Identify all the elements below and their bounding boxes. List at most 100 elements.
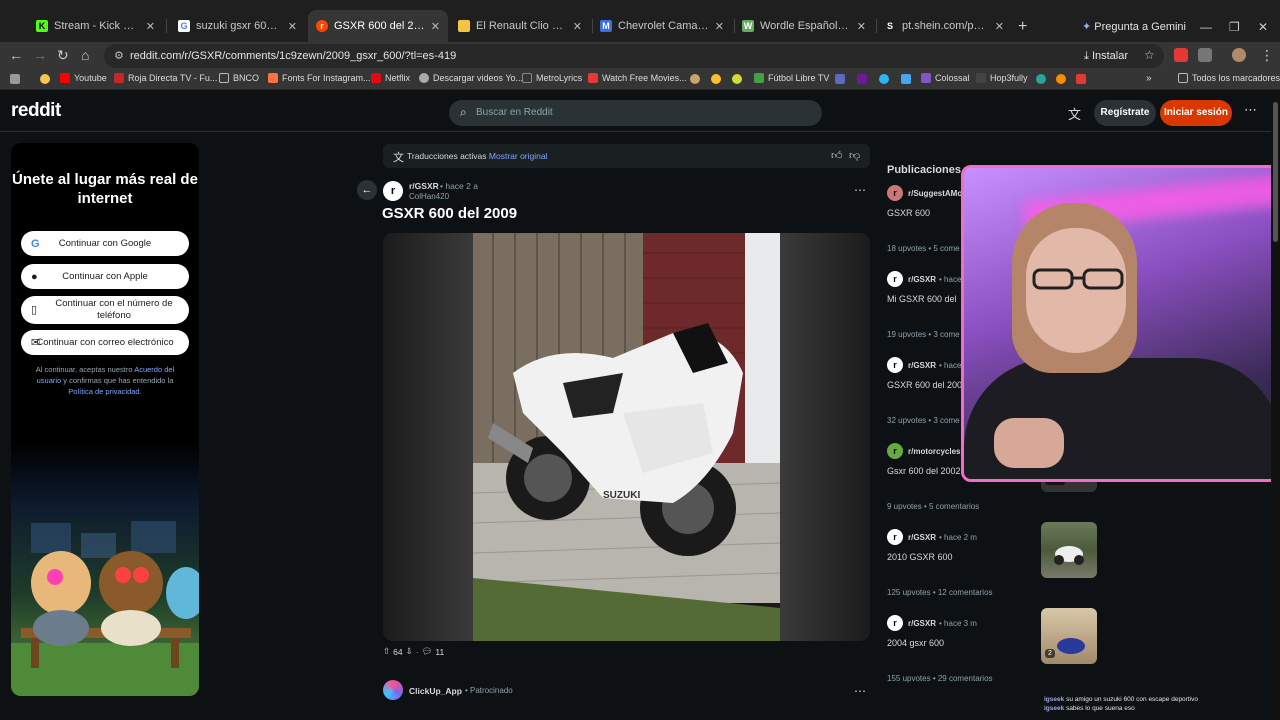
tab-kick[interactable]: K Stream - Kick Dashboard ✕ [28, 14, 163, 38]
search-input[interactable]: ⌕ Buscar en Reddit [449, 100, 822, 126]
chrome-menu-icon[interactable]: ⋮ [1260, 47, 1274, 64]
close-icon[interactable]: ✕ [146, 20, 155, 33]
privacy-policy-link[interactable]: Política de privacidad [68, 387, 139, 396]
tab-renault[interactable]: El Renault Clio cumple 30 ✕ [450, 14, 590, 38]
recent-post-title: GSXR 600 [887, 208, 931, 218]
gemini-button[interactable]: ✦ Pregunta a Gemini [1082, 20, 1186, 33]
comment-count: 11 [435, 646, 445, 657]
bookmark-descargar[interactable]: Descargar videos Yo... [419, 73, 523, 83]
continue-apple-button[interactable]: ● Continuar con Apple [21, 264, 189, 289]
bookmark-icon[interactable] [857, 74, 867, 84]
recent-post-meta: 32 upvotes • 3 come [887, 416, 960, 425]
bookmark-icon[interactable] [1076, 74, 1086, 84]
tab-shein[interactable]: S pt.shein.com/pay/result/su ✕ [876, 14, 1012, 38]
tab-wordle[interactable]: W Wordle Español - Wordle ✕ [734, 14, 874, 38]
install-button[interactable]: ⤓ Instalar [1084, 50, 1128, 63]
close-icon[interactable]: ✕ [857, 20, 866, 33]
webcam-overlay [961, 165, 1279, 482]
bookmark-icon[interactable] [690, 74, 700, 84]
tab-reddit-active[interactable]: r GSXR 600 del 2009 : r/GSX ✕ [308, 10, 448, 42]
motorcycle-photo: SUZUKI [473, 233, 780, 641]
home-icon[interactable]: ⌂ [81, 47, 89, 63]
new-tab-button[interactable]: + [1018, 18, 1027, 36]
bookmark-icon[interactable] [1036, 74, 1046, 84]
extension-icon[interactable] [1174, 48, 1188, 62]
more-options-icon[interactable]: ⋯ [1244, 102, 1257, 118]
folder-icon [219, 73, 229, 83]
bookmark-colossal[interactable]: Colossal [921, 73, 970, 83]
bookmark-netflix[interactable]: Netflix [371, 73, 410, 83]
close-icon[interactable]: ✕ [288, 20, 297, 33]
site-info-icon[interactable]: ⚙ [114, 49, 124, 62]
more-bookmarks-chevron-icon[interactable]: » [1146, 73, 1152, 84]
tab-camaro[interactable]: M Chevrolet Camaro: la otra ✕ [592, 14, 732, 38]
page-scrollbar[interactable] [1271, 92, 1280, 720]
emoji-bookmark-icon[interactable] [40, 74, 50, 84]
profile-avatar[interactable] [1232, 48, 1246, 62]
extensions-puzzle-icon[interactable] [1198, 48, 1212, 62]
bookmark-watch-free[interactable]: Watch Free Movies... [588, 73, 687, 83]
subreddit-avatar: r [887, 271, 903, 287]
bookmark-icon[interactable] [879, 74, 889, 84]
close-icon[interactable]: ✕ [573, 20, 582, 33]
media-blur-left [383, 233, 473, 641]
bookmark-fonts[interactable]: Fonts For Instagram... [268, 73, 371, 83]
continue-phone-button[interactable]: ▯ Continuar con el número de teléfono [21, 296, 189, 324]
recent-post-title: Mi GSXR 600 del [887, 294, 957, 304]
post-options-icon[interactable]: ⋯ [854, 183, 866, 197]
bookmark-metrolyrics[interactable]: MetroLyrics [522, 73, 582, 83]
translate-icon[interactable]: 文 [1068, 104, 1081, 123]
bookmark-icon[interactable] [901, 74, 911, 84]
maximize-button[interactable]: ❐ [1229, 20, 1240, 34]
reload-icon[interactable]: ↻ [57, 47, 69, 64]
bookmark-youtube[interactable]: Youtube [60, 73, 107, 83]
upvote-icon[interactable]: ⇧ [383, 646, 390, 657]
bookmark-futbol-libre[interactable]: Fútbol Libre TV [754, 73, 829, 83]
apps-grid-icon[interactable] [10, 74, 20, 84]
bookmark-hop3fully[interactable]: Hop3fully [976, 73, 1028, 83]
post-media[interactable]: SUZUKI [383, 233, 870, 641]
forward-arrow-icon[interactable]: → [33, 47, 47, 63]
continue-google-button[interactable]: G Continuar con Google [21, 231, 189, 256]
ad-avatar[interactable] [383, 680, 403, 700]
tab-title: pt.shein.com/pay/result/su [902, 20, 989, 32]
recent-post-meta: 9 upvotes • 5 comentarios [887, 502, 980, 511]
address-bar[interactable]: ⚙ reddit.com/r/GSXR/comments/1c9zewn/200… [104, 44, 1164, 68]
thumbs-up-icon[interactable]: 👍︎ [831, 149, 843, 162]
register-button[interactable]: Regístrate [1094, 100, 1156, 126]
back-button[interactable]: ← [357, 180, 377, 200]
subreddit-avatar[interactable]: r [383, 181, 403, 201]
comment-icon[interactable]: 💬︎ [422, 646, 433, 657]
subreddit-name[interactable]: r/GSXR [409, 181, 439, 191]
bookmark-roja-directa[interactable]: Roja Directa TV - Fu... [114, 73, 217, 83]
bookmark-icon[interactable] [711, 74, 721, 84]
show-original-link[interactable]: Mostrar original [489, 151, 548, 161]
bookmark-icon[interactable] [732, 74, 742, 84]
minimize-button[interactable]: — [1200, 20, 1212, 34]
login-button[interactable]: Iniciar sesión [1160, 100, 1232, 126]
tab-google-search[interactable]: G suzuki gsxr 600 blanca - B ✕ [170, 14, 305, 38]
bookmark-icon[interactable] [835, 74, 845, 84]
subreddit-avatar: r [887, 615, 903, 631]
reddit-logo[interactable]: reddit [11, 100, 61, 122]
bookmark-all[interactable]: Todos los marcadores [1178, 73, 1280, 83]
recent-post-time: • hace 3 m [939, 618, 977, 628]
continue-email-button[interactable]: ✉ Continuar con correo electrónico [21, 330, 189, 355]
ad-name[interactable]: ClickUp_App [409, 686, 462, 696]
bookmark-star-icon[interactable]: ☆ [1144, 48, 1155, 62]
downvote-icon[interactable]: ⇩ [406, 646, 413, 657]
close-icon[interactable]: ✕ [431, 20, 440, 33]
bookmark-bnco[interactable]: BNCO [219, 73, 259, 83]
ad-options-icon[interactable]: ⋯ [854, 684, 866, 698]
window-close-button[interactable]: ✕ [1258, 20, 1268, 34]
close-icon[interactable]: ✕ [995, 20, 1004, 33]
bookmark-icon[interactable] [1056, 74, 1066, 84]
back-arrow-icon[interactable]: ← [9, 47, 23, 63]
scrollbar-thumb[interactable] [1273, 102, 1278, 242]
bookmark-label: Netflix [385, 73, 411, 83]
post-author[interactable]: ColHan420 [409, 192, 449, 201]
thumbs-down-icon[interactable]: 👎︎ [849, 149, 860, 162]
close-icon[interactable]: ✕ [715, 20, 724, 33]
phone-icon: ▯ [31, 304, 38, 316]
metrolyrics-icon [522, 73, 532, 83]
